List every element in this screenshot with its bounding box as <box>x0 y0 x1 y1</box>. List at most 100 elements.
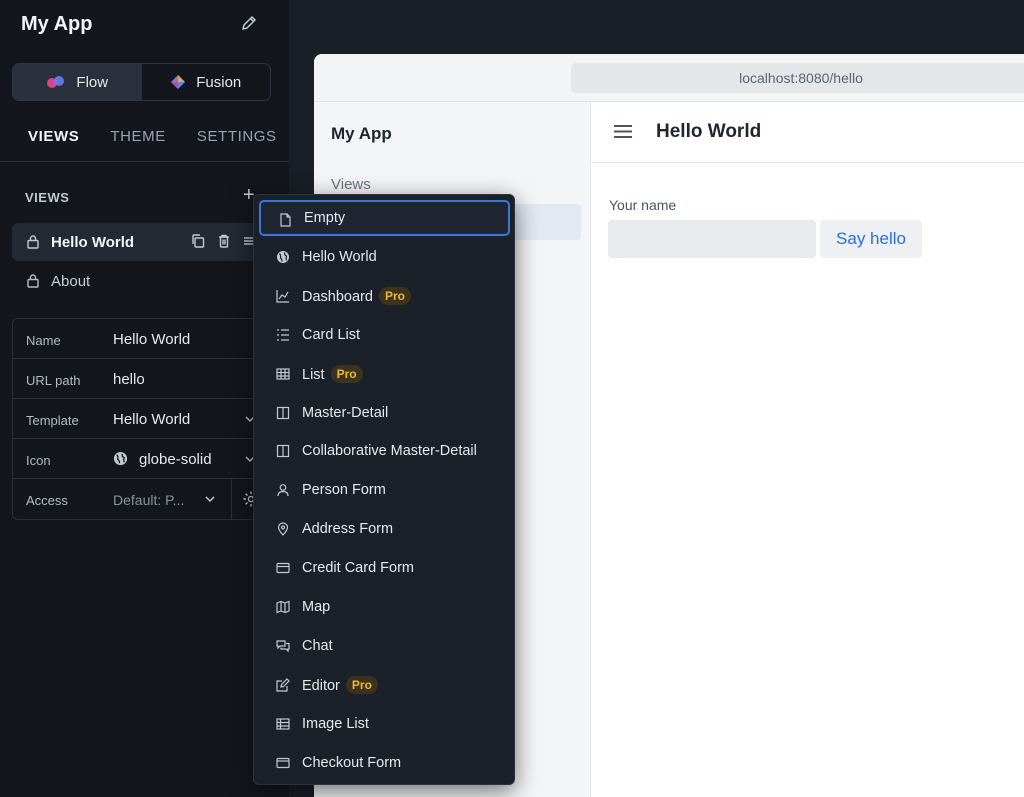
template-option-label: Master-Detail <box>302 404 389 421</box>
template-option-credit-card-form[interactable]: Credit Card Form <box>259 550 510 586</box>
template-option-label: Chat <box>302 637 333 654</box>
flow-button[interactable]: Flow <box>13 64 142 100</box>
template-option-label: List Pro <box>302 364 363 383</box>
template-option-editor[interactable]: Editor Pro <box>259 667 510 703</box>
view-item-label: About <box>51 272 91 290</box>
flow-label: Flow <box>76 73 109 91</box>
columns-icon <box>276 406 290 419</box>
template-dropdown: Empty Hello World Dashboard Pro Card List Lis… <box>253 194 515 785</box>
template-option-card-list[interactable]: Card List <box>259 317 510 353</box>
view-item-hello-world[interactable]: Hello World <box>12 223 272 261</box>
prop-key: Template <box>26 413 79 428</box>
app-navbar: Hello World <box>591 102 1024 163</box>
name-input[interactable] <box>608 220 816 258</box>
prop-url-path: URL path hello <box>13 359 271 399</box>
divider <box>231 479 232 519</box>
prop-icon[interactable]: Icon globe-solid <box>13 439 271 479</box>
columns-icon <box>276 445 290 458</box>
globe-icon <box>113 451 128 466</box>
lock-icon <box>27 274 39 288</box>
pencil-icon[interactable] <box>240 14 258 32</box>
view-item-label: Hello World <box>51 233 135 251</box>
icon-select[interactable]: globe-solid <box>139 451 212 468</box>
template-option-label: Map <box>302 599 331 615</box>
page-title: Hello World <box>656 121 762 142</box>
template-option-label: Person Form <box>302 482 386 499</box>
left-panel: My App Flow Fusion VIEWS THEME SETTINGS … <box>0 0 289 797</box>
globe-icon <box>277 250 289 263</box>
framework-switch: Flow Fusion <box>12 63 271 101</box>
access-select[interactable]: Default: P... <box>113 492 184 508</box>
name-field[interactable]: Hello World <box>113 331 190 348</box>
template-option-label: Card List <box>302 326 361 343</box>
template-select[interactable]: Hello World <box>113 411 190 428</box>
lock-icon <box>27 235 39 249</box>
prop-name: Name Hello World <box>13 319 271 359</box>
edit-icon <box>276 677 290 692</box>
list-icon <box>277 329 289 341</box>
fusion-button[interactable]: Fusion <box>142 64 271 100</box>
prop-key: Icon <box>26 453 51 468</box>
drawer-item-active[interactable] <box>504 204 581 240</box>
view-item-about[interactable]: About <box>12 262 272 300</box>
address-bar[interactable]: localhost:8080/hello <box>571 63 1024 93</box>
template-option-label: Dashboard Pro <box>302 286 411 305</box>
template-option-address-form[interactable]: Address Form <box>259 511 510 547</box>
template-option-label: Hello World <box>302 248 377 265</box>
template-option-person-form[interactable]: Person Form <box>259 472 510 508</box>
template-option-label: Empty <box>304 210 346 226</box>
map-icon <box>276 600 290 614</box>
pro-badge: Pro <box>378 286 411 305</box>
views-section-header: VIEWS <box>25 190 70 205</box>
template-option-master-detail[interactable]: Master-Detail <box>259 395 510 431</box>
prop-access[interactable]: Access Default: P... <box>13 479 271 519</box>
prop-key: Access <box>26 493 68 508</box>
trash-icon[interactable] <box>216 233 232 249</box>
template-option-map[interactable]: Map <box>259 589 510 625</box>
template-option-list[interactable]: List Pro <box>259 356 510 392</box>
template-option-collaborative-master-detail[interactable]: Collaborative Master-Detail <box>259 433 510 469</box>
template-option-label: Checkout Form <box>302 754 402 771</box>
prop-key: URL path <box>26 373 81 388</box>
template-option-label: Editor Pro <box>302 675 378 694</box>
chevron-down-icon[interactable] <box>204 493 216 505</box>
template-option-checkout-form[interactable]: Checkout Form <box>259 745 510 781</box>
app-title: My App <box>21 13 93 35</box>
prop-template[interactable]: Template Hello World <box>13 399 271 439</box>
chat-icon <box>276 640 290 653</box>
template-option-label: Image List <box>302 715 369 732</box>
drawer-section-label: Views <box>331 176 371 193</box>
pro-badge: Pro <box>345 675 378 694</box>
template-option-hello-world[interactable]: Hello World <box>259 239 510 275</box>
template-option-chat[interactable]: Chat <box>259 628 510 664</box>
grid-icon <box>276 367 290 380</box>
chart-icon <box>276 289 289 303</box>
view-properties: Name Hello World URL path hello Template… <box>12 318 272 520</box>
drawer-app-title: My App <box>331 124 392 143</box>
say-hello-button[interactable]: Say hello <box>820 220 922 258</box>
flow-logo-icon <box>47 76 65 88</box>
browser-toolbar: localhost:8080/hello <box>314 54 1024 102</box>
user-icon <box>277 484 289 497</box>
file-icon <box>280 213 291 227</box>
pro-badge: Pro <box>330 364 363 383</box>
prop-key: Name <box>26 333 61 348</box>
view-item-actions <box>190 233 258 249</box>
copy-icon[interactable] <box>190 233 206 249</box>
checkout-icon <box>276 757 290 768</box>
menu-icon[interactable] <box>614 124 632 139</box>
template-option-label: Collaborative Master-Detail <box>302 443 477 460</box>
tab-views[interactable]: VIEWS <box>28 128 79 145</box>
tab-settings[interactable]: SETTINGS <box>197 128 277 145</box>
panel-tabs: VIEWS THEME SETTINGS <box>0 128 289 145</box>
credit-card-icon <box>276 562 290 574</box>
tab-theme[interactable]: THEME <box>110 128 166 145</box>
template-option-label: Credit Card Form <box>302 560 414 577</box>
url-path-field[interactable]: hello <box>113 371 145 388</box>
template-option-dashboard[interactable]: Dashboard Pro <box>259 278 510 314</box>
image-list-icon <box>276 718 290 730</box>
template-option-image-list[interactable]: Image List <box>259 706 510 742</box>
template-option-label: Address Form <box>302 521 394 538</box>
map-pin-icon <box>277 522 289 537</box>
template-option-empty[interactable]: Empty <box>259 200 510 236</box>
